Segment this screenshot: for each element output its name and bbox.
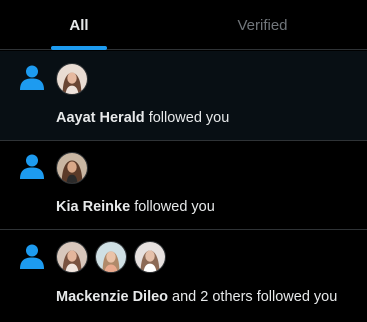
tab-all-label: All: [69, 16, 89, 34]
avatar-group: [56, 152, 95, 184]
avatar[interactable]: [134, 241, 166, 273]
notification-action: followed you: [134, 199, 215, 215]
notification-text: Aayat Herald followed you: [56, 110, 229, 126]
avatar-group: [56, 241, 173, 273]
avatar[interactable]: [56, 152, 88, 184]
notification-item[interactable]: Kia Reinke followed you: [0, 141, 367, 230]
notification-tabs: All Verified: [0, 0, 367, 50]
notification-text: Mackenzie Dileo and 2 others followed yo…: [56, 289, 337, 305]
user-name[interactable]: Mackenzie Dileo: [56, 289, 168, 305]
notification-item[interactable]: Mackenzie Dileo and 2 others followed yo…: [0, 230, 367, 322]
person-icon: [20, 154, 44, 179]
avatar[interactable]: [56, 241, 88, 273]
tab-verified-label: Verified: [237, 16, 288, 34]
avatar-group: [56, 63, 95, 95]
tab-verified[interactable]: Verified: [158, 0, 367, 50]
person-icon: [20, 244, 44, 269]
user-name[interactable]: Aayat Herald: [56, 110, 145, 126]
notification-action: and 2 others followed you: [172, 289, 338, 305]
tab-all[interactable]: All: [0, 0, 158, 50]
notification-item[interactable]: Aayat Herald followed you: [0, 51, 367, 141]
notification-text: Kia Reinke followed you: [56, 199, 215, 215]
avatar[interactable]: [56, 63, 88, 95]
notification-action: followed you: [148, 110, 230, 126]
avatar[interactable]: [95, 241, 127, 273]
user-name[interactable]: Kia Reinke: [56, 199, 130, 215]
person-icon: [20, 65, 44, 90]
active-tab-indicator: [51, 46, 107, 50]
